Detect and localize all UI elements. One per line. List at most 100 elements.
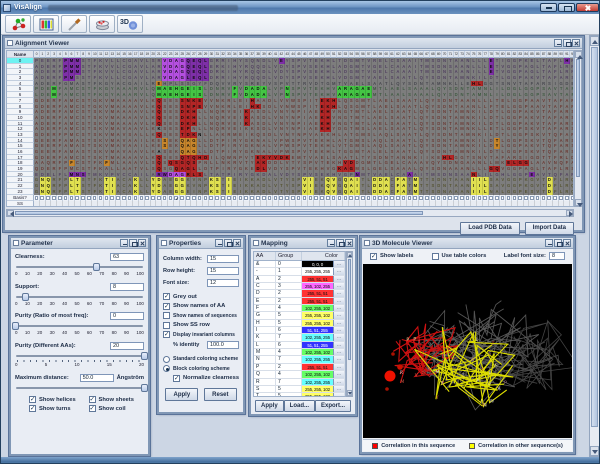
- frame-close-button[interactable]: [138, 239, 146, 247]
- frame-maximize-button[interactable]: [563, 39, 571, 47]
- frame-maximize-button[interactable]: [554, 239, 562, 247]
- alignment-viewer-titlebar[interactable]: Alignment Viewer: [5, 38, 582, 49]
- frame-minimize-button[interactable]: [327, 239, 335, 247]
- checkbox-icon[interactable]: [163, 322, 170, 329]
- mapping-row[interactable]: &00, 0, 0...: [254, 261, 345, 268]
- color-picker-button[interactable]: ...: [333, 364, 344, 370]
- alignment-horizontal-scrollbar[interactable]: [6, 209, 574, 217]
- mapping-row[interactable]: C3255, 102, 255...: [254, 283, 345, 290]
- mapping-row[interactable]: Q4102, 255, 102...: [254, 371, 345, 378]
- color-picker-button[interactable]: ...: [333, 268, 344, 274]
- scroll-down-icon[interactable]: [577, 203, 583, 207]
- slider-track[interactable]: [15, 321, 144, 330]
- radio-icon[interactable]: [163, 356, 170, 363]
- edit-tool-button[interactable]: [61, 15, 87, 33]
- show-ss-row-checkbox[interactable]: Show SS row: [163, 321, 239, 331]
- mapping-row[interactable]: I651, 51, 255...: [254, 327, 345, 334]
- window-minimize-button[interactable]: [540, 3, 557, 12]
- mapping-row[interactable]: P2255, 51, 51...: [254, 364, 345, 371]
- properties-apply-button[interactable]: Apply: [165, 388, 198, 401]
- mapping-row[interactable]: F4102, 255, 102...: [254, 305, 345, 312]
- frame-maximize-button[interactable]: [336, 239, 344, 247]
- vertical-scroll-thumb[interactable]: [576, 59, 580, 177]
- frame-maximize-button[interactable]: [224, 239, 232, 247]
- color-picker-button[interactable]: ...: [333, 349, 344, 355]
- slider-track[interactable]: [15, 383, 144, 392]
- show-sheets-checkbox[interactable]: ✓Show sheets: [89, 396, 145, 403]
- color-picker-button[interactable]: ...: [333, 379, 344, 385]
- radio-icon[interactable]: [163, 365, 170, 372]
- slider-thumb[interactable]: [93, 263, 100, 271]
- vertical-scroll-thumb[interactable]: [348, 259, 351, 360]
- mapping-titlebar[interactable]: Mapping: [251, 238, 355, 249]
- properties-reset-button[interactable]: Reset: [204, 388, 236, 401]
- properties-titlebar[interactable]: Properties: [159, 238, 243, 249]
- layers-button[interactable]: [89, 15, 115, 33]
- molecule-viewer-titlebar[interactable]: 3D Molecule Viewer: [362, 238, 573, 249]
- color-picker-button[interactable]: ...: [333, 276, 344, 282]
- alignment-vertical-scrollbar[interactable]: [574, 50, 582, 207]
- frame-minimize-button[interactable]: [554, 39, 562, 47]
- frame-close-button[interactable]: [572, 39, 580, 47]
- mapping-row[interactable]: N7102, 255, 255...: [254, 356, 345, 363]
- color-picker-button[interactable]: ...: [333, 312, 344, 318]
- mapping-row[interactable]: A2255, 51, 51...: [254, 276, 345, 283]
- mapping-load-button[interactable]: Load...: [284, 400, 315, 412]
- label-font-size-field[interactable]: 8: [549, 252, 565, 260]
- scroll-left-icon[interactable]: [10, 211, 14, 217]
- color-picker-button[interactable]: ...: [333, 356, 344, 362]
- show-coil-checkbox[interactable]: ✓Show coil: [89, 405, 145, 412]
- use-table-colors-checkbox[interactable]: Use table colors: [432, 253, 487, 260]
- load-pdb-data-button[interactable]: Load PDB Data: [460, 222, 519, 235]
- color-picker-button[interactable]: ...: [333, 342, 344, 348]
- frame-close-button[interactable]: [563, 239, 571, 247]
- mapping-apply-button[interactable]: Apply: [255, 400, 284, 412]
- slider-thumb[interactable]: [22, 293, 29, 301]
- molecule-canvas[interactable]: VWQKYAPPARITGFLFPAPWFMNSMIKDYP: [363, 264, 572, 438]
- mapping-row[interactable]: H5255, 255, 102...: [254, 320, 345, 327]
- row-height-field[interactable]: 15: [207, 267, 239, 275]
- slider-track[interactable]: [15, 262, 144, 271]
- mapping-row[interactable]: G5255, 255, 102...: [254, 312, 345, 319]
- mapping-row[interactable]: T5255, 255, 102...: [254, 393, 345, 397]
- color-picker-button[interactable]: ...: [333, 298, 344, 304]
- show-helices-checkbox[interactable]: ✓Show helices: [29, 396, 85, 403]
- slider-value-field[interactable]: 8: [110, 283, 144, 291]
- font-size-field[interactable]: 12: [207, 279, 239, 287]
- column-width-field[interactable]: 15: [207, 255, 239, 263]
- color-picker-button[interactable]: ...: [333, 261, 344, 267]
- slider-value-field[interactable]: 63: [110, 253, 144, 261]
- standard-coloring-radio[interactable]: Standard coloring scheme: [163, 355, 239, 365]
- slider-value-field[interactable]: 20: [110, 342, 144, 350]
- display-invariant-columns-checkbox[interactable]: ✓ Display invariant columns: [163, 330, 239, 340]
- mapping-row[interactable]: S5255, 255, 102...: [254, 386, 345, 393]
- color-picker-button[interactable]: ...: [333, 283, 344, 289]
- checkbox-icon[interactable]: [163, 312, 170, 319]
- scroll-down-icon[interactable]: [592, 450, 598, 454]
- horizontal-scroll-thumb[interactable]: [15, 211, 423, 215]
- mapping-row[interactable]: K7102, 255, 255...: [254, 334, 345, 341]
- identity-field[interactable]: 100.0: [207, 341, 239, 349]
- mapping-vertical-scrollbar[interactable]: [346, 251, 353, 397]
- normalize-clearness-checkbox[interactable]: ✓ Normalize clearness: [163, 374, 239, 384]
- frame-maximize-button[interactable]: [129, 239, 137, 247]
- scroll-up-icon[interactable]: [592, 40, 598, 44]
- window-close-button[interactable]: [576, 3, 599, 12]
- slider-track[interactable]: [15, 292, 144, 301]
- color-picker-button[interactable]: ...: [333, 386, 344, 392]
- checkbox-icon[interactable]: ✓: [163, 303, 170, 310]
- checkbox-icon[interactable]: ✓: [29, 405, 36, 412]
- grey-out-checkbox[interactable]: ✓ Grey out: [163, 292, 239, 302]
- molecule-graph-button[interactable]: [5, 15, 31, 33]
- slider-value-field[interactable]: 50.0: [80, 374, 114, 382]
- slider-value-field[interactable]: 0: [110, 312, 144, 320]
- mapping-row[interactable]: M4102, 255, 102...: [254, 349, 345, 356]
- block-coloring-radio[interactable]: Block coloring scheme: [163, 364, 239, 374]
- scroll-down-icon[interactable]: [348, 392, 352, 395]
- frame-close-button[interactable]: [345, 239, 353, 247]
- molecule-3d-button[interactable]: 3D: [117, 15, 143, 33]
- checkbox-icon[interactable]: ✓: [173, 375, 180, 382]
- color-table-button[interactable]: [33, 15, 59, 33]
- parameter-titlebar[interactable]: Parameter: [11, 238, 148, 249]
- mapping-row[interactable]: R7102, 255, 255...: [254, 379, 345, 386]
